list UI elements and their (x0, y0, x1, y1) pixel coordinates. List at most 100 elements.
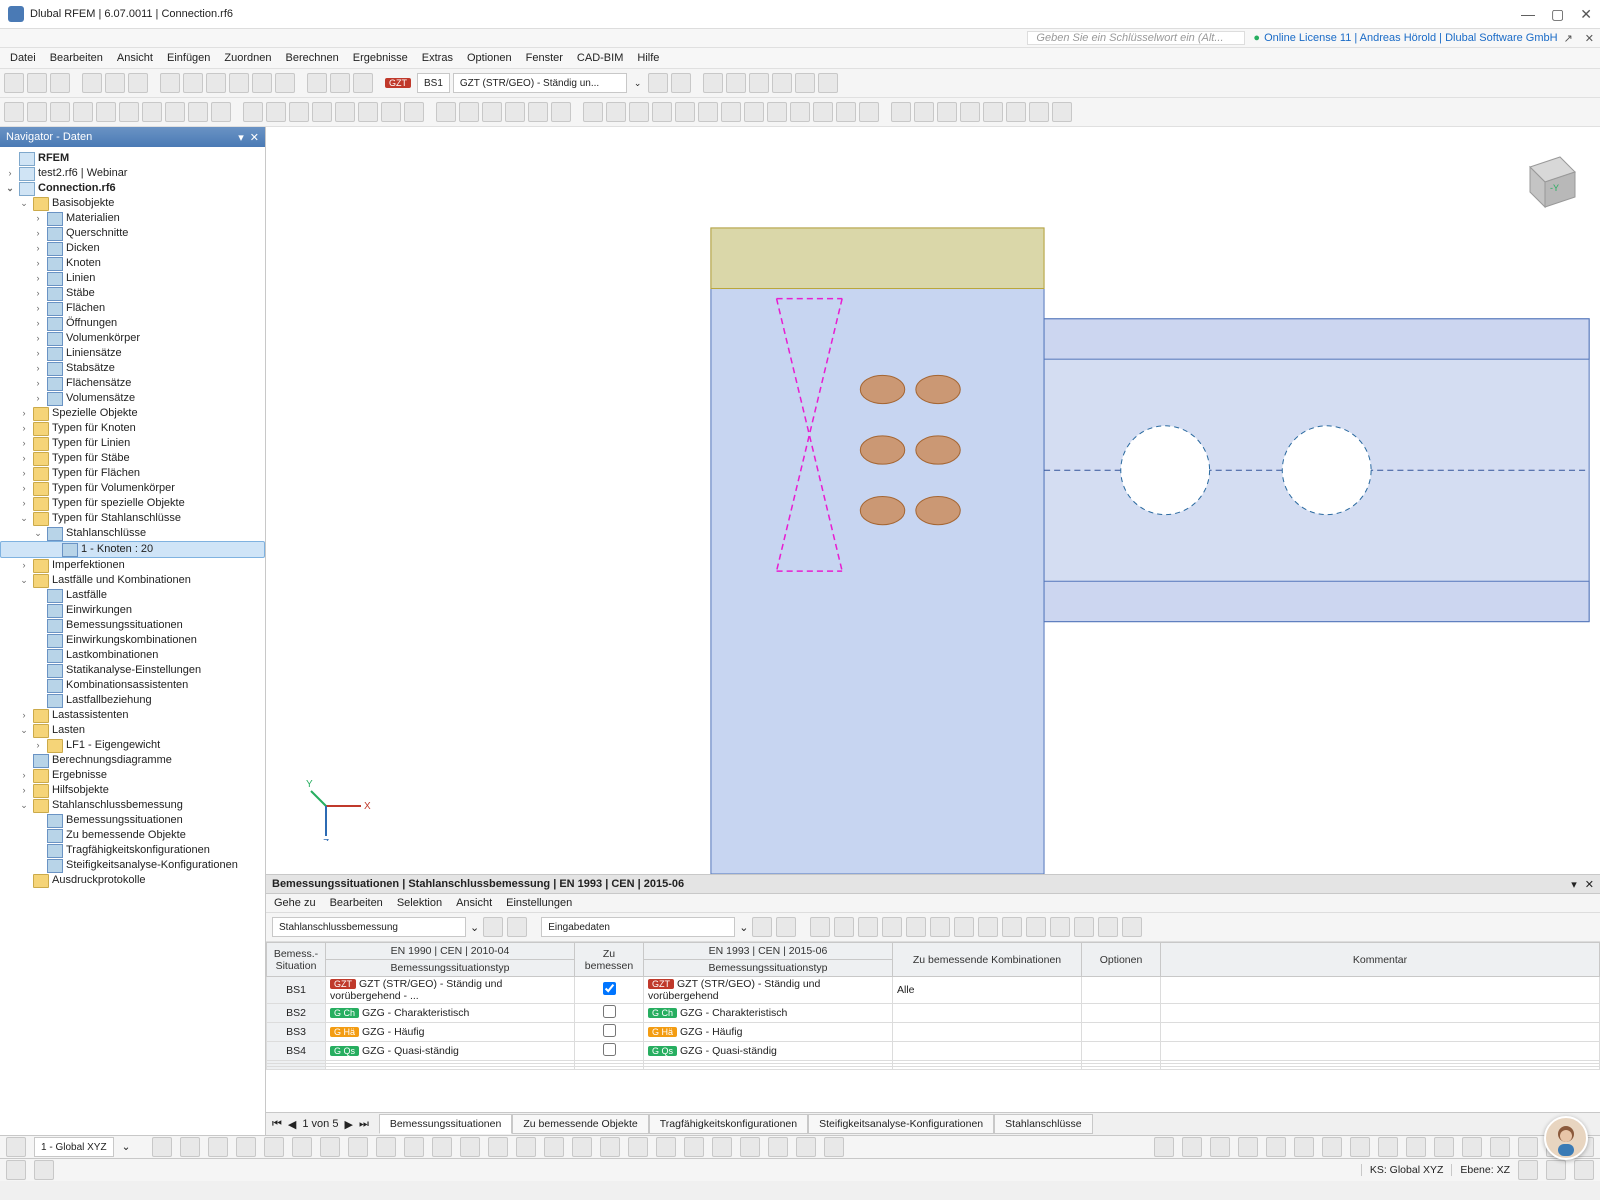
menu-zuordnen[interactable]: Zuordnen (224, 52, 271, 64)
tb-grid-icon[interactable] (160, 73, 180, 93)
bpm-ansicht[interactable]: Ansicht (456, 897, 492, 909)
tb-misc4-icon[interactable] (772, 73, 792, 93)
tree-node[interactable]: Steifigkeitsanalyse-Konfigurationen (0, 858, 265, 873)
tree-node[interactable]: ›Typen für Stäbe (0, 451, 265, 466)
tree-node[interactable]: ›Typen für Volumenkörper (0, 481, 265, 496)
tb2-36-icon[interactable] (836, 102, 856, 122)
bp-prev1-icon[interactable] (483, 917, 503, 937)
tb-view1-icon[interactable] (206, 73, 226, 93)
tb-misc3-icon[interactable] (749, 73, 769, 93)
sb-r9-icon[interactable] (1378, 1137, 1398, 1157)
tree-node[interactable]: Tragfähigkeitskonfigurationen (0, 843, 265, 858)
sb-r1-icon[interactable] (1154, 1137, 1174, 1157)
bp-close-icon[interactable]: ✕ (1585, 878, 1594, 891)
mdi-restore-button[interactable]: ↗ (1564, 32, 1573, 45)
pager-prev-icon[interactable]: ◀ (288, 1118, 296, 1131)
tb2-1-icon[interactable] (4, 102, 24, 122)
tb2-34-icon[interactable] (790, 102, 810, 122)
tb2-17-icon[interactable] (381, 102, 401, 122)
tree-node[interactable]: ⌄Connection.rf6 (0, 181, 265, 196)
tb2-23-icon[interactable] (528, 102, 548, 122)
bottom-grid[interactable]: Bemess.-SituationEN 1990 | CEN | 2010-04… (266, 942, 1600, 1112)
tb2-3-icon[interactable] (50, 102, 70, 122)
sb-18-icon[interactable] (600, 1137, 620, 1157)
tree-node[interactable]: Bemessungssituationen (0, 813, 265, 828)
menu-ergebnisse[interactable]: Ergebnisse (353, 52, 408, 64)
sb-15-icon[interactable] (516, 1137, 536, 1157)
sb-23-icon[interactable] (740, 1137, 760, 1157)
tree-node[interactable]: ›Typen für Knoten (0, 421, 265, 436)
tb-save-icon[interactable] (50, 73, 70, 93)
chevron-down-icon[interactable]: ⌄ (122, 1141, 131, 1153)
tree-node[interactable]: Statikanalyse-Einstellungen (0, 663, 265, 678)
bp-t11-icon[interactable] (1050, 917, 1070, 937)
bp-t9-icon[interactable] (1002, 917, 1022, 937)
tree-node[interactable]: Bemessungssituationen (0, 618, 265, 633)
bp-prev2-icon[interactable] (752, 917, 772, 937)
tree-node[interactable]: ⌄Basisobjekte (0, 196, 265, 211)
menu-hilfe[interactable]: Hilfe (637, 52, 659, 64)
bp-next1-icon[interactable] (507, 917, 527, 937)
tb2-26-icon[interactable] (606, 102, 626, 122)
tb2-29-icon[interactable] (675, 102, 695, 122)
tb-misc6-icon[interactable] (818, 73, 838, 93)
tree-node[interactable]: ⌄Lastfälle und Kombinationen (0, 573, 265, 588)
tree-node[interactable]: ›Typen für Flächen (0, 466, 265, 481)
tree-node[interactable]: ›Materialien (0, 211, 265, 226)
tab-steifigkeit[interactable]: Steifigkeitsanalyse-Konfigurationen (808, 1114, 994, 1134)
bp-t7-icon[interactable] (954, 917, 974, 937)
sb-10-icon[interactable] (376, 1137, 396, 1157)
sb-2-icon[interactable] (152, 1137, 172, 1157)
sb-17-icon[interactable] (572, 1137, 592, 1157)
tb-chart-icon[interactable] (353, 73, 373, 93)
sb-4-icon[interactable] (208, 1137, 228, 1157)
tree-node[interactable]: ›Öffnungen (0, 316, 265, 331)
tb-calc-icon[interactable] (307, 73, 327, 93)
tree-node[interactable]: ›Imperfektionen (0, 558, 265, 573)
bpm-bearbeiten[interactable]: Bearbeiten (330, 897, 383, 909)
tree-node[interactable]: Einwirkungen (0, 603, 265, 618)
bottom-panel-header[interactable]: Bemessungssituationen | Stahlanschlussbe… (266, 875, 1600, 894)
tb2-45-icon[interactable] (1052, 102, 1072, 122)
bp-t10-icon[interactable] (1026, 917, 1046, 937)
sb-6-icon[interactable] (264, 1137, 284, 1157)
tree-node[interactable]: Lastfälle (0, 588, 265, 603)
tb2-6-icon[interactable] (119, 102, 139, 122)
tab-stahlanschluesse[interactable]: Stahlanschlüsse (994, 1114, 1092, 1134)
sb-7-icon[interactable] (292, 1137, 312, 1157)
tb2-39-icon[interactable] (914, 102, 934, 122)
bpm-selektion[interactable]: Selektion (397, 897, 442, 909)
sb2-e3-icon[interactable] (1574, 1160, 1594, 1180)
tb-results-icon[interactable] (330, 73, 350, 93)
tb2-12-icon[interactable] (266, 102, 286, 122)
tb2-14-icon[interactable] (312, 102, 332, 122)
view-cube-icon[interactable]: -Y (1510, 147, 1580, 217)
tree-node[interactable]: Lastkombinationen (0, 648, 265, 663)
tb2-33-icon[interactable] (767, 102, 787, 122)
tb2-15-icon[interactable] (335, 102, 355, 122)
tree-node[interactable]: ⌄Stahlanschlussbemessung (0, 798, 265, 813)
model-viewport[interactable]: XYZ -Y (266, 127, 1600, 874)
bp-combo2[interactable]: Eingabedaten (541, 917, 735, 937)
bp-t3-icon[interactable] (858, 917, 878, 937)
tb2-22-icon[interactable] (505, 102, 525, 122)
tree-node[interactable]: ›Linien (0, 271, 265, 286)
chevron-down-icon[interactable]: ⌄ (470, 921, 479, 934)
bp-combo1[interactable]: Stahlanschlussbemessung (272, 917, 466, 937)
sb-12-icon[interactable] (432, 1137, 452, 1157)
bp-t1-icon[interactable] (810, 917, 830, 937)
maximize-button[interactable]: ▢ (1551, 6, 1564, 23)
tb2-21-icon[interactable] (482, 102, 502, 122)
tree-node[interactable]: ›Stabsätze (0, 361, 265, 376)
tree-node[interactable]: Zu bemessende Objekte (0, 828, 265, 843)
tab-bemessungssituationen[interactable]: Bemessungssituationen (379, 1114, 513, 1134)
pager-next-icon[interactable]: ▶ (344, 1118, 352, 1131)
sb-r7-icon[interactable] (1322, 1137, 1342, 1157)
bpm-einst[interactable]: Einstellungen (506, 897, 572, 909)
tb2-7-icon[interactable] (142, 102, 162, 122)
tb2-2-icon[interactable] (27, 102, 47, 122)
sb-r3-icon[interactable] (1210, 1137, 1230, 1157)
tree-node[interactable]: Einwirkungskombinationen (0, 633, 265, 648)
bp-t8-icon[interactable] (978, 917, 998, 937)
tree-node[interactable]: ›Dicken (0, 241, 265, 256)
